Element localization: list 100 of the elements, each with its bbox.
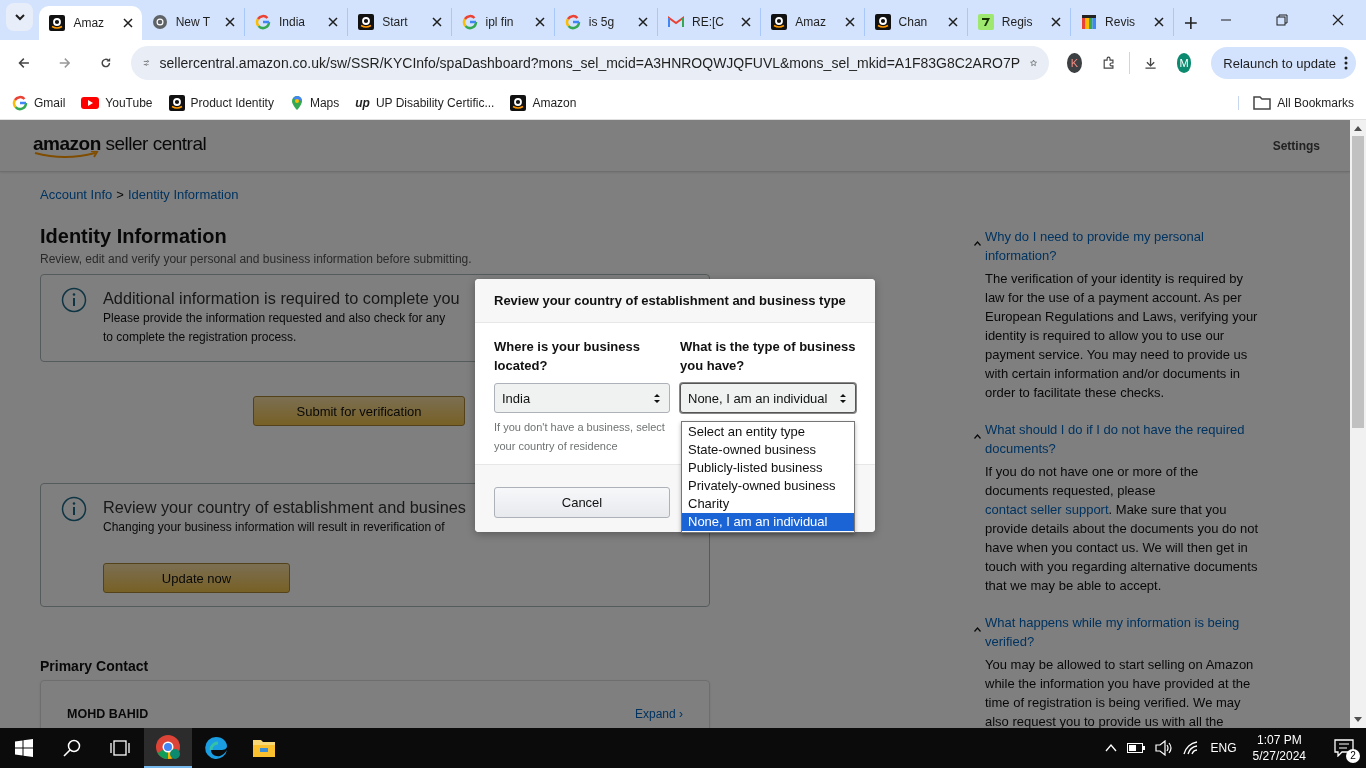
settings-link[interactable]: Settings xyxy=(1272,138,1320,153)
restore-icon[interactable] xyxy=(1276,14,1289,26)
task-view-icon[interactable] xyxy=(110,740,130,756)
dropdown-option[interactable]: None, I am an individual xyxy=(682,513,854,531)
scrollbar[interactable] xyxy=(1350,120,1366,728)
bookmark[interactable]: up UP Disability Certific... xyxy=(355,95,495,110)
browser-tab[interactable]: Amaz xyxy=(39,6,142,40)
clock[interactable]: 1:07 PM 5/27/2024 xyxy=(1246,732,1312,764)
browser-tab[interactable]: Regis xyxy=(967,8,1072,36)
browser-tab[interactable]: India xyxy=(244,8,349,36)
address-bar[interactable]: sellercentral.amazon.co.uk/sw/SSR/KYCInfo/spaDashboard?mons_sel_mcid=A3HNROQWJQFUVL&mons_sel_mkid=A1F83G8C2ARO7P xyxy=(131,46,1050,80)
submit-button[interactable]: Submit for verification xyxy=(253,396,465,426)
dropdown-option[interactable]: State-owned business xyxy=(682,441,854,459)
alert-text: Please provide the information requested and also check for any to complete the registration process. xyxy=(103,310,447,346)
site-logo: up xyxy=(355,95,370,110)
puzzle-icon[interactable] xyxy=(1101,54,1115,72)
browser-icon[interactable] xyxy=(155,734,181,760)
search-icon[interactable] xyxy=(63,739,81,757)
close-icon[interactable] xyxy=(637,16,650,28)
bookmark[interactable]: Product Identity xyxy=(168,94,274,111)
close-icon[interactable] xyxy=(1153,16,1166,28)
relaunch-button[interactable]: Relaunch to update xyxy=(1211,47,1357,79)
field-hint: If you don't have a business, select your country of residence xyxy=(494,420,666,454)
faq-answer: The verification of your identity is required by law for the use of a payment account. As per European Regulations and Laws, verifying your identity is required to allow you to use our payment service. You may need to provide us with certain information and/or documents in order to facilitate these checks. xyxy=(985,270,1259,402)
folder-icon[interactable] xyxy=(252,738,276,758)
plus-icon[interactable] xyxy=(1184,16,1199,30)
browser-icon xyxy=(151,14,168,30)
notification-badge: 2 xyxy=(1346,749,1360,763)
more-icon[interactable] xyxy=(1344,56,1349,70)
smile-logo-icon xyxy=(358,14,375,30)
alert-text: Changing your business information will result in reverification of xyxy=(103,519,446,536)
smile-logo-icon xyxy=(49,15,66,31)
envelope-icon xyxy=(668,14,685,30)
dropdown-option[interactable]: Select an entity type xyxy=(682,423,854,441)
smile-logo-icon xyxy=(168,94,185,111)
field-label: What is the type of business you have? xyxy=(680,338,856,375)
browser-tab[interactable]: Start xyxy=(348,8,452,36)
ring-logo-icon xyxy=(564,14,581,30)
info-icon xyxy=(61,287,87,313)
select-field[interactable]: None, I am an individual xyxy=(680,383,856,413)
smile-logo-icon xyxy=(510,94,527,111)
battery-icon[interactable] xyxy=(1126,743,1145,753)
close-icon[interactable] xyxy=(327,16,340,28)
notification-icon[interactable] xyxy=(1334,739,1354,757)
browser-tab[interactable]: RE:[C xyxy=(658,8,762,36)
folder-icon xyxy=(1253,95,1272,110)
close-icon[interactable] xyxy=(223,16,236,28)
browser-tab[interactable]: Amaz xyxy=(761,8,865,36)
close-icon[interactable] xyxy=(1050,16,1063,28)
info-icon xyxy=(61,496,87,522)
back-arrow-icon[interactable] xyxy=(18,55,30,71)
browser-tab[interactable]: is 5g xyxy=(554,8,659,36)
close-icon[interactable] xyxy=(843,16,856,28)
extension-avatar[interactable]: K xyxy=(1067,53,1082,73)
updown-icon xyxy=(653,392,661,404)
forward-arrow-icon[interactable] xyxy=(58,55,71,71)
close-icon[interactable] xyxy=(533,16,546,28)
cancel-button[interactable]: Cancel xyxy=(494,487,670,518)
close-icon[interactable] xyxy=(740,16,753,28)
play-icon xyxy=(81,95,100,110)
shop-bag-icon xyxy=(1081,14,1098,30)
browser-tab[interactable]: Chan xyxy=(864,8,968,36)
bookmark[interactable]: YouTube xyxy=(81,95,153,110)
profile-avatar[interactable]: M xyxy=(1176,53,1192,73)
close-icon[interactable] xyxy=(121,17,134,29)
site-logo[interactable]: amazon seller central xyxy=(33,132,207,155)
alert-heading: Additional information is required to complete you xyxy=(103,288,460,309)
close-icon[interactable] xyxy=(430,16,443,28)
field-label: Where is your business located? xyxy=(494,338,641,375)
alert-heading: Review your country of establishment and busines xyxy=(103,497,466,518)
dropdown-option[interactable]: Privately-owned business xyxy=(682,477,854,495)
ring-logo-icon xyxy=(254,14,271,30)
modal-title: Review your country of establishment and business type xyxy=(475,279,875,323)
bookmark[interactable]: Gmail xyxy=(12,94,66,111)
bookmark[interactable]: Amazon xyxy=(510,94,577,111)
language-indicator[interactable]: ENG xyxy=(1210,741,1237,755)
updown-icon xyxy=(839,392,847,404)
breadcrumb-separator: > xyxy=(116,186,124,204)
ring-logo-icon xyxy=(461,14,478,30)
faq-answer: You may be allowed to start selling on Amazon while the information you have provided at the time of registration is being verified. We may also request you to provide us with all the xyxy=(985,656,1255,728)
section-heading: Primary Contact xyxy=(40,657,150,675)
smile-logo-icon xyxy=(771,14,788,30)
bookmark[interactable]: Maps xyxy=(289,94,340,111)
browser-tab[interactable]: ipl fin xyxy=(451,8,555,36)
windows-start-icon[interactable] xyxy=(15,739,33,757)
select-field[interactable]: India xyxy=(494,383,670,413)
dropdown-option[interactable]: Publicly-listed business xyxy=(682,459,854,477)
browser-tab[interactable]: Revis xyxy=(1071,8,1175,36)
close-icon[interactable] xyxy=(946,16,959,28)
edge-browser-icon[interactable] xyxy=(203,735,229,761)
page-subtitle: Review, edit and verify your personal and business information before submitting. xyxy=(40,251,473,267)
page-title: Identity Information xyxy=(40,224,228,248)
close-icon[interactable] xyxy=(1332,14,1345,26)
dropdown-option[interactable]: Charity xyxy=(682,495,854,513)
speaker-icon[interactable] xyxy=(1154,740,1173,756)
browser-tab[interactable]: New T xyxy=(141,8,245,36)
bookmark-folder[interactable]: All Bookmarks xyxy=(1238,95,1354,110)
ring-logo-icon xyxy=(12,94,28,111)
update-button[interactable]: Update now xyxy=(103,563,290,593)
smile-logo-icon xyxy=(874,14,891,30)
